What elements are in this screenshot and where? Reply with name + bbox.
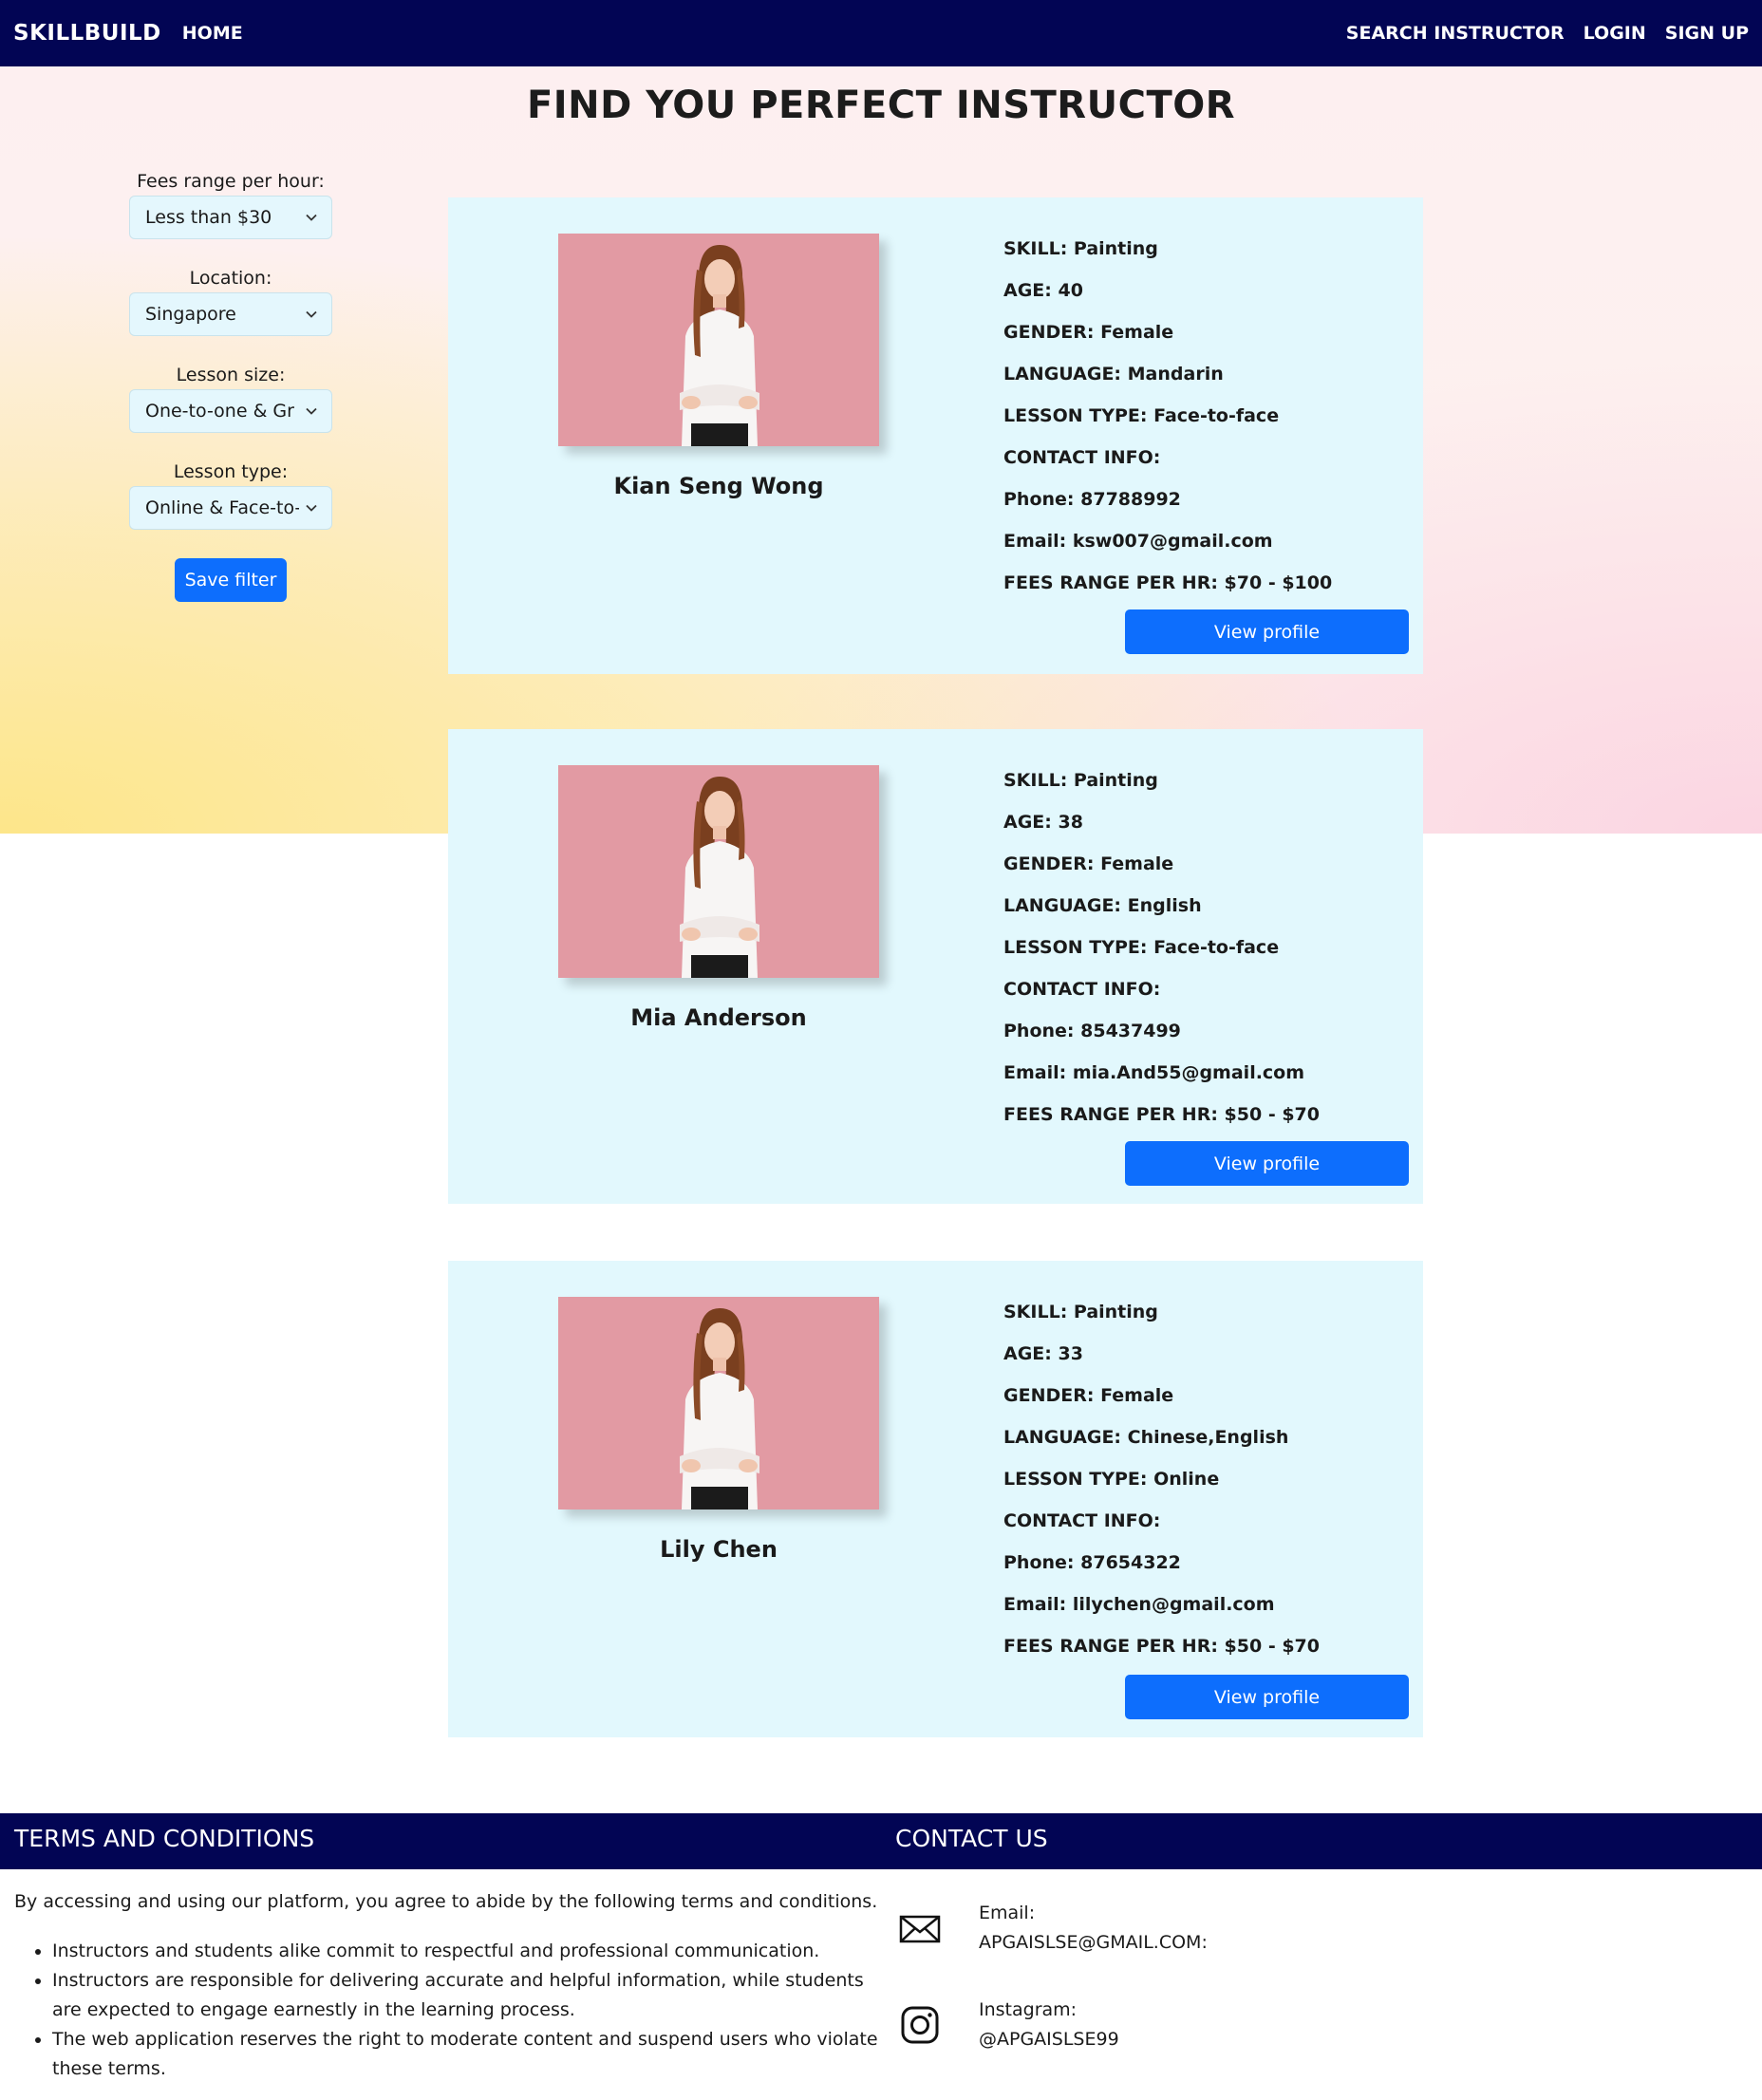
terms-heading: TERMS AND CONDITIONS — [14, 1825, 315, 1852]
detail-fees: FEES RANGE PER HR: $50 - $70 — [1003, 1636, 1320, 1657]
view-profile-button[interactable]: View profile — [1125, 1141, 1409, 1186]
terms-item: Instructors are responsible for deliveri… — [52, 1966, 897, 2025]
instagram-icon[interactable] — [897, 2002, 943, 2048]
detail-gender: GENDER: Female — [1003, 322, 1174, 343]
detail-fees: FEES RANGE PER HR: $50 - $70 — [1003, 1104, 1320, 1125]
detail-language: LANGUAGE: Mandarin — [1003, 364, 1224, 384]
filter-lesson-size-label: Lesson size: — [176, 365, 286, 385]
instructor-photo-frame — [558, 765, 879, 978]
fees-select[interactable]: Less than $30 — [129, 196, 332, 239]
instructor-name: Lily Chen — [660, 1536, 778, 1563]
detail-language: LANGUAGE: English — [1003, 895, 1202, 916]
nav-search-instructor[interactable]: SEARCH INSTRUCTOR — [1346, 23, 1565, 44]
nav-login[interactable]: LOGIN — [1584, 23, 1646, 44]
instructor-photo-frame — [558, 234, 879, 446]
terms-item: The web application reserves the right t… — [52, 2025, 897, 2084]
instructor-photo — [558, 1297, 879, 1509]
instructor-card: Lily Chen SKILL: Painting AGE: 33 GENDER… — [448, 1261, 1423, 1737]
detail-fees: FEES RANGE PER HR: $70 - $100 — [1003, 572, 1333, 593]
detail-lesson-type: LESSON TYPE: Online — [1003, 1469, 1220, 1490]
instructor-name: Kian Seng Wong — [613, 473, 824, 499]
detail-contact-info: CONTACT INFO: — [1003, 447, 1161, 468]
terms-intro: By accessing and using our platform, you… — [14, 1891, 878, 1912]
instructor-card: Kian Seng Wong SKILL: Painting AGE: 40 G… — [448, 197, 1423, 674]
location-select-value: Singapore — [145, 304, 236, 325]
contact-email-value[interactable]: APGAISLSE@GMAIL.COM: — [979, 1928, 1208, 1958]
brand-logo[interactable]: SKILLBUILD — [13, 21, 161, 46]
filter-lesson-type: Lesson type: Online & Face-to- — [129, 461, 332, 530]
instructor-details: SKILL: Painting AGE: 33 GENDER: Female L… — [1003, 1299, 1320, 1675]
chevron-down-icon — [306, 504, 317, 512]
detail-contact-info: CONTACT INFO: — [1003, 979, 1161, 1000]
view-profile-button[interactable]: View profile — [1125, 609, 1409, 654]
detail-gender: GENDER: Female — [1003, 1385, 1174, 1406]
contact-instagram-text: Instagram: @APGAISLSE99 — [979, 1996, 1119, 2054]
detail-lesson-type: LESSON TYPE: Face-to-face — [1003, 937, 1280, 958]
filter-location: Location: Singapore — [129, 268, 332, 336]
detail-skill: SKILL: Painting — [1003, 770, 1158, 791]
instructor-details: SKILL: Painting AGE: 38 GENDER: Female L… — [1003, 767, 1320, 1143]
detail-phone: Phone: 87654322 — [1003, 1552, 1181, 1573]
terms-list: Instructors and students alike commit to… — [14, 1937, 897, 2084]
nav-signup[interactable]: SIGN UP — [1665, 23, 1749, 44]
contact-instagram-label: Instagram: — [979, 1999, 1078, 2020]
lesson-type-select-value: Online & Face-to- — [145, 497, 299, 518]
contact-instagram: Instagram: @APGAISLSE99 — [897, 1996, 1119, 2054]
instructor-photo — [558, 765, 879, 978]
lesson-type-select[interactable]: Online & Face-to- — [129, 486, 332, 530]
instructor-details: SKILL: Painting AGE: 40 GENDER: Female L… — [1003, 235, 1332, 611]
lesson-size-select-value: One-to-one & Gr — [145, 401, 294, 422]
terms-item: Instructors and students alike commit to… — [52, 1937, 897, 1966]
detail-age: AGE: 33 — [1003, 1343, 1083, 1364]
instructor-photo-frame — [558, 1297, 879, 1509]
filter-panel: Fees range per hour: Less than $30 Locat… — [129, 171, 332, 602]
location-select[interactable]: Singapore — [129, 292, 332, 336]
save-filter-button[interactable]: Save filter — [175, 558, 287, 602]
lesson-size-select[interactable]: One-to-one & Gr — [129, 389, 332, 433]
instructor-name: Mia Anderson — [630, 1004, 807, 1031]
detail-phone: Phone: 87788992 — [1003, 489, 1181, 510]
contact-instagram-value[interactable]: @APGAISLSE99 — [979, 2025, 1119, 2054]
page-title: FIND YOU PERFECT INSTRUCTOR — [526, 84, 1236, 127]
detail-age: AGE: 40 — [1003, 280, 1083, 301]
detail-lesson-type: LESSON TYPE: Face-to-face — [1003, 405, 1280, 426]
detail-contact-info: CONTACT INFO: — [1003, 1510, 1161, 1531]
detail-email: Email: lilychen@gmail.com — [1003, 1594, 1275, 1615]
detail-gender: GENDER: Female — [1003, 853, 1174, 874]
detail-email: Email: ksw007@gmail.com — [1003, 531, 1273, 552]
contact-heading: CONTACT US — [895, 1825, 1048, 1852]
view-profile-button[interactable]: View profile — [1125, 1675, 1409, 1719]
nav-home[interactable]: HOME — [182, 23, 243, 44]
detail-language: LANGUAGE: Chinese,English — [1003, 1427, 1289, 1448]
detail-email: Email: mia.And55@gmail.com — [1003, 1062, 1305, 1083]
filter-location-label: Location: — [189, 268, 272, 289]
filter-lesson-size: Lesson size: One-to-one & Gr — [129, 365, 332, 433]
filter-fees-label: Fees range per hour: — [137, 171, 325, 192]
envelope-icon — [899, 1915, 941, 1943]
instructor-card: Mia Anderson SKILL: Painting AGE: 38 GEN… — [448, 729, 1423, 1204]
detail-skill: SKILL: Painting — [1003, 238, 1158, 259]
chevron-down-icon — [306, 407, 317, 415]
chevron-down-icon — [306, 310, 317, 318]
contact-email: Email: APGAISLSE@GMAIL.COM: — [897, 1899, 1208, 1958]
contact-email-text: Email: APGAISLSE@GMAIL.COM: — [979, 1899, 1208, 1958]
instructor-photo — [558, 234, 879, 446]
detail-skill: SKILL: Painting — [1003, 1302, 1158, 1322]
contact-email-label: Email: — [979, 1903, 1036, 1923]
fees-select-value: Less than $30 — [145, 207, 272, 228]
detail-age: AGE: 38 — [1003, 812, 1083, 833]
navbar: SKILLBUILD HOME SEARCH INSTRUCTOR LOGIN … — [0, 0, 1762, 66]
nav-right: SEARCH INSTRUCTOR LOGIN SIGN UP — [1346, 23, 1749, 44]
detail-phone: Phone: 85437499 — [1003, 1021, 1181, 1041]
chevron-down-icon — [306, 214, 317, 221]
filter-fees: Fees range per hour: Less than $30 — [129, 171, 332, 239]
filter-lesson-type-label: Lesson type: — [173, 461, 289, 482]
